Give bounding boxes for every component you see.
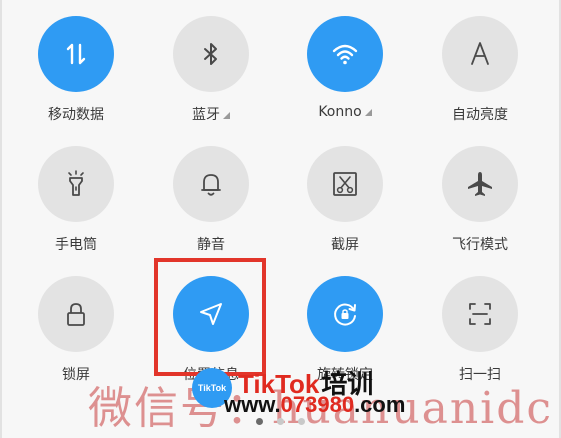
silent-toggle[interactable] bbox=[173, 146, 249, 222]
wifi-icon bbox=[332, 44, 358, 65]
tile-silent[interactable]: 静音 bbox=[156, 146, 266, 266]
wifi-toggle[interactable] bbox=[307, 16, 383, 92]
lock-icon bbox=[67, 303, 85, 326]
mobile-data-icon bbox=[66, 43, 86, 65]
tile-mobile-data[interactable]: 移动数据 bbox=[21, 16, 131, 136]
lock-screen-button[interactable] bbox=[38, 276, 114, 352]
tile-auto-brightness[interactable]: 自动亮度 bbox=[425, 16, 535, 136]
tile-label: 手电筒 bbox=[55, 237, 97, 253]
bell-icon bbox=[201, 174, 221, 196]
page-dot[interactable] bbox=[256, 418, 263, 425]
tile-label: 移动数据 bbox=[48, 107, 104, 123]
tile-label: 静音 bbox=[197, 237, 225, 253]
tile-bluetooth[interactable]: 蓝牙 bbox=[156, 16, 266, 136]
watermark-site: www.073980.com bbox=[224, 392, 406, 417]
page-dot[interactable] bbox=[277, 418, 284, 425]
highlight-box bbox=[154, 258, 266, 376]
panel-edge-left bbox=[0, 0, 2, 438]
flashlight-toggle[interactable] bbox=[38, 146, 114, 222]
tile-label: 蓝牙 bbox=[156, 104, 266, 124]
tile-label: 截屏 bbox=[331, 237, 359, 253]
tile-wifi[interactable]: Konno bbox=[290, 16, 400, 136]
airplane-toggle[interactable] bbox=[442, 146, 518, 222]
tile-label: 飞行模式 bbox=[452, 237, 508, 253]
scan-icon bbox=[469, 303, 491, 325]
page-indicator bbox=[0, 418, 561, 425]
page-dot[interactable] bbox=[298, 418, 305, 425]
rotation-lock-icon bbox=[334, 303, 356, 326]
tile-flashlight[interactable]: 手电筒 bbox=[21, 146, 131, 266]
rotation-lock-toggle[interactable] bbox=[307, 276, 383, 352]
scan-button[interactable] bbox=[442, 276, 518, 352]
tile-airplane[interactable]: 飞行模式 bbox=[425, 146, 535, 266]
brightness-a-icon bbox=[471, 42, 489, 65]
bluetooth-toggle[interactable] bbox=[173, 16, 249, 92]
quick-settings-panel: 移动数据 蓝牙 Konno 自动亮度 手电筒 静音 截屏 飞行模式 锁屏 旋转锁… bbox=[0, 0, 561, 438]
scissors-icon bbox=[333, 172, 357, 196]
auto-brightness-toggle[interactable] bbox=[442, 16, 518, 92]
mobile-data-toggle[interactable] bbox=[38, 16, 114, 92]
tile-label: Konno bbox=[290, 104, 400, 120]
bluetooth-icon bbox=[204, 43, 217, 65]
tile-label: 自动亮度 bbox=[452, 107, 508, 123]
flashlight-icon bbox=[68, 170, 84, 196]
expand-caret-icon[interactable] bbox=[364, 109, 372, 116]
airplane-icon bbox=[468, 172, 492, 196]
tile-screenshot[interactable]: 截屏 bbox=[290, 146, 400, 266]
expand-caret-icon[interactable] bbox=[223, 112, 230, 119]
screenshot-button[interactable] bbox=[307, 146, 383, 222]
